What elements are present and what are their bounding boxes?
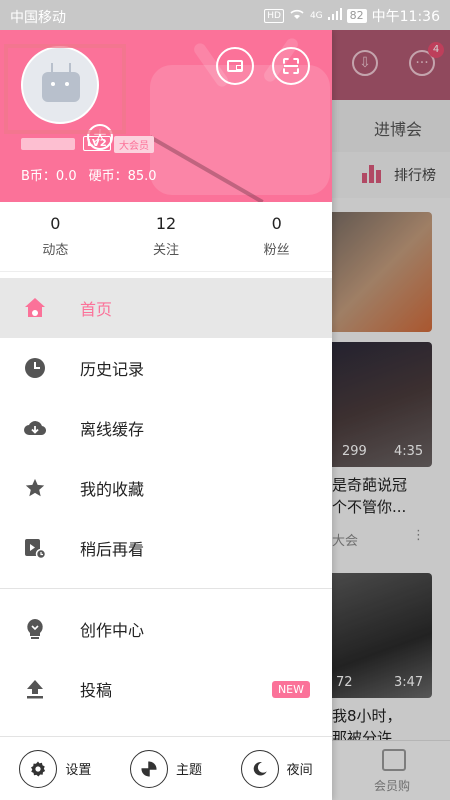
menu-item-offline-cache[interactable]: 离线缓存: [0, 398, 332, 458]
stat-label: 关注: [153, 243, 180, 258]
drawer-footer: 设置 主题 夜间: [0, 736, 332, 800]
stat-label: 动态: [42, 243, 69, 258]
b-coin-balance[interactable]: B币：0.0: [21, 165, 77, 184]
theme-icon: [129, 749, 168, 788]
night-mode-button[interactable]: 夜间: [240, 749, 313, 788]
signal-icon: [327, 8, 342, 24]
drawer-header: 大 LV2 大会员 B币：0.0 硬币：85.0: [0, 30, 332, 202]
stat-followers[interactable]: 0 粉丝: [221, 202, 332, 271]
moon-icon: [240, 749, 279, 788]
scan-icon: [283, 58, 299, 74]
coin-balances: B币：0.0 硬币：85.0: [21, 165, 157, 184]
theme-label: 主题: [175, 763, 202, 778]
stat-label: 粉丝: [263, 243, 290, 258]
star-icon: [24, 477, 46, 499]
menu-item-label: 稍后再看: [80, 540, 145, 559]
wallet-button[interactable]: [216, 47, 254, 85]
night-mode-label: 夜间: [286, 763, 313, 778]
settings-button[interactable]: 设置: [19, 749, 92, 788]
username-redacted[interactable]: [21, 138, 75, 150]
clock-time: 中午11:36: [371, 9, 440, 25]
home-icon: [24, 297, 46, 319]
menu-item-favorites[interactable]: 我的收藏: [0, 458, 332, 518]
stat-value: 0: [271, 214, 282, 233]
drawer-menu: 首页 历史记录 离线缓存 我的收藏 稍后再看 创作中心 投稿 NEW: [0, 278, 332, 719]
stat-following[interactable]: 12 关注: [111, 202, 222, 271]
status-icons: HD 4G 82 中午11:36: [264, 6, 440, 26]
menu-item-home[interactable]: 首页: [0, 278, 332, 338]
status-bar: 中国移动 HD 4G 82 中午11:36: [0, 0, 450, 30]
wallet-icon: [227, 60, 243, 72]
menu-item-label: 投稿: [80, 681, 113, 700]
hard-coin-balance[interactable]: 硬币：85.0: [89, 165, 157, 184]
upload-icon: [24, 678, 46, 700]
menu-divider: [0, 588, 332, 589]
carrier-name: 中国移动: [10, 10, 66, 26]
header-mascot-decoration: [150, 65, 330, 195]
cloud-download-icon: [24, 417, 46, 439]
hd-icon: HD: [264, 9, 284, 23]
new-badge: NEW: [271, 680, 310, 698]
menu-item-upload[interactable]: 投稿 NEW: [0, 659, 332, 719]
navigation-drawer: 大 LV2 大会员 B币：0.0 硬币：85.0 0 动态 12 关注 0 粉丝: [0, 30, 332, 800]
theme-button[interactable]: 主题: [129, 749, 202, 788]
wifi-icon: [289, 8, 305, 24]
battery-level: 82: [346, 9, 367, 23]
menu-item-creator-center[interactable]: 创作中心: [0, 599, 332, 659]
stat-value: 12: [155, 214, 177, 233]
menu-item-label: 离线缓存: [80, 420, 145, 439]
menu-item-history[interactable]: 历史记录: [0, 338, 332, 398]
clock-icon: [24, 357, 46, 379]
avatar-highlight-box: [4, 44, 126, 134]
menu-item-label: 首页: [80, 300, 113, 319]
watch-later-icon: [24, 537, 46, 559]
background-app: ⇩ ··· 4 进博会 排行榜 299 4:35 是奇葩说冠 个不管你... 大…: [332, 30, 450, 800]
settings-label: 设置: [65, 763, 92, 778]
menu-item-label: 创作中心: [80, 621, 145, 640]
gear-icon: [19, 749, 58, 788]
stat-dynamics[interactable]: 0 动态: [0, 202, 111, 271]
menu-item-watch-later[interactable]: 稍后再看: [0, 518, 332, 578]
scrim-overlay[interactable]: [332, 30, 450, 800]
lightbulb-icon: [24, 618, 46, 640]
stat-value: 0: [50, 214, 61, 233]
user-stats: 0 动态 12 关注 0 粉丝: [0, 202, 332, 272]
level-badge: LV2: [83, 136, 111, 151]
menu-item-label: 我的收藏: [80, 480, 145, 499]
menu-item-label: 历史记录: [80, 360, 145, 379]
scan-button[interactable]: [272, 47, 310, 85]
vip-badge[interactable]: 大会员: [114, 136, 154, 153]
network-type: 4G: [309, 11, 323, 21]
